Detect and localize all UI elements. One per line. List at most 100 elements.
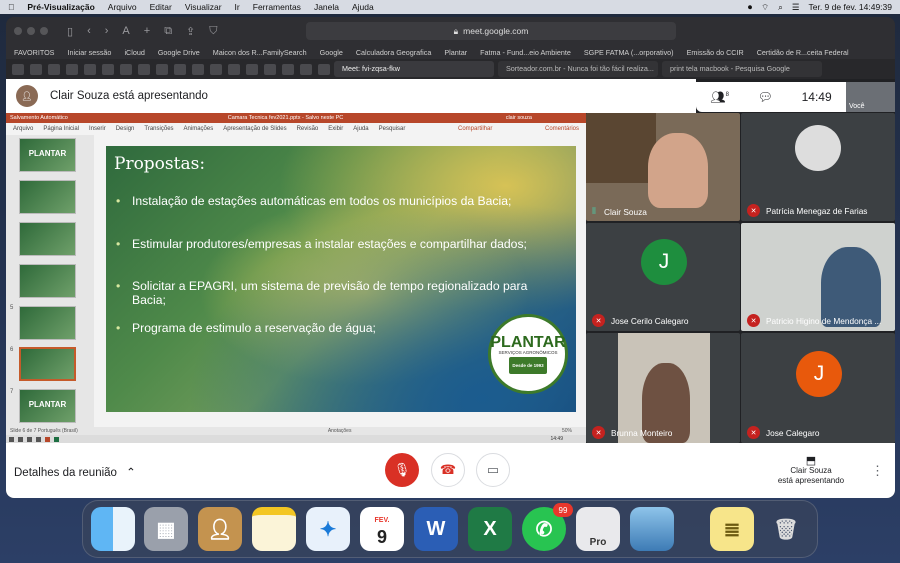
- camera-toggle-button[interactable]: ▭: [476, 453, 510, 487]
- ppt-tab-ajuda[interactable]: Ajuda: [353, 126, 368, 132]
- back-icon[interactable]: ‹: [87, 25, 91, 37]
- extension-icon[interactable]: [48, 63, 60, 75]
- record-icon[interactable]: ⏺: [748, 2, 752, 13]
- safari-icon[interactable]: ✦: [306, 507, 350, 551]
- launchpad-icon[interactable]: ▦: [144, 507, 188, 551]
- extension-icon[interactable]: [84, 63, 96, 75]
- participant-tile[interactable]: J ✕ Jose Cerilo Calegaro: [586, 223, 740, 331]
- powerpoint-taskbar-icon[interactable]: [45, 436, 50, 442]
- tab-google-search[interactable]: print tela macbook - Pesquisa Google: [662, 61, 822, 77]
- menu-item-ferramentas[interactable]: Ferramentas: [253, 2, 301, 12]
- word-icon[interactable]: W: [414, 507, 458, 551]
- finder-icon[interactable]: [91, 507, 135, 551]
- search-icon[interactable]: ⌕: [778, 2, 783, 13]
- slide-thumbnail-selected[interactable]: [19, 347, 76, 381]
- menu-item-arquivo[interactable]: Arquivo: [108, 2, 137, 12]
- menu-clock[interactable]: Ter. 9 de fev. 14:49:39: [809, 2, 893, 12]
- favorite-link[interactable]: Maicon dos R...FamilySearch: [213, 48, 307, 57]
- ppt-tab-transicoes[interactable]: Transições: [144, 126, 173, 132]
- slide-thumbnail[interactable]: [19, 222, 76, 256]
- participant-tile[interactable]: ✕ Patrícia Menegaz de Farias: [741, 113, 895, 221]
- extension-icon[interactable]: [120, 63, 132, 75]
- text-size-icon[interactable]: A: [122, 25, 129, 37]
- trash-icon[interactable]: 🗑︎: [764, 507, 808, 551]
- sidebar-icon[interactable]: ▯: [67, 25, 73, 38]
- extension-icon[interactable]: [156, 63, 168, 75]
- ppt-tab-revisao[interactable]: Revisão: [297, 126, 319, 132]
- ppt-tab-exibir[interactable]: Exibir: [328, 126, 343, 132]
- window-close-button[interactable]: [14, 27, 22, 35]
- slide-thumbnail[interactable]: PLANTAR: [19, 138, 76, 172]
- extension-icon[interactable]: [300, 63, 312, 75]
- forward-icon[interactable]: ›: [105, 25, 109, 37]
- preview-icon[interactable]: [630, 507, 674, 551]
- menu-app-name[interactable]: Pré-Visualização: [27, 2, 94, 12]
- plus-icon[interactable]: +: [144, 25, 150, 37]
- favorite-link[interactable]: Iniciar sessão: [67, 48, 111, 57]
- control-center-icon[interactable]: ☰: [792, 2, 800, 13]
- menu-item-visualizar[interactable]: Visualizar: [185, 2, 222, 12]
- participants-button[interactable]: 👥︎8: [710, 90, 729, 104]
- slide-thumbnail[interactable]: [19, 264, 76, 298]
- tab-sorteador[interactable]: Sorteador.com.br - Nunca foi tão fácil r…: [498, 61, 658, 77]
- slide-thumbnail[interactable]: PLANTAR: [19, 389, 76, 423]
- wifi-icon[interactable]: ⌔: [761, 2, 769, 13]
- participant-tile[interactable]: J ✕ Jose Calegaro: [741, 333, 895, 443]
- favorite-link[interactable]: Certidão de R...ceita Federal: [757, 48, 849, 57]
- tab-meet[interactable]: Meet: fvi-zqsa-fkw: [334, 61, 494, 77]
- favorite-link[interactable]: Google: [320, 48, 343, 57]
- taskbar-app-icon[interactable]: [18, 436, 23, 442]
- ppt-share-button[interactable]: Compartilhar: [458, 126, 492, 132]
- notes-icon[interactable]: [252, 507, 296, 551]
- favorites-menu[interactable]: FAVORITOS: [14, 48, 54, 57]
- calendar-icon[interactable]: FEV. 9: [360, 507, 404, 551]
- excel-taskbar-icon[interactable]: [54, 436, 59, 442]
- ppt-autosave-label[interactable]: Salvamento Automático: [10, 115, 68, 121]
- menu-item-ir[interactable]: Ir: [235, 2, 240, 12]
- ppt-tab-inserir[interactable]: Inserir: [89, 126, 106, 132]
- extension-icon[interactable]: [174, 63, 186, 75]
- mic-toggle-button[interactable]: 🎙︎: [385, 453, 419, 487]
- apple-icon[interactable]: : [8, 2, 14, 12]
- window-zoom-button[interactable]: [40, 27, 48, 35]
- google-earth-pro-icon[interactable]: Pro: [576, 507, 620, 551]
- share-icon[interactable]: ⇪: [186, 25, 195, 38]
- participant-tile[interactable]: ⦀ Clair Souza: [586, 113, 740, 221]
- extension-icon[interactable]: [264, 63, 276, 75]
- shield-icon[interactable]: ⛉: [209, 25, 217, 38]
- favorite-link[interactable]: Google Drive: [158, 48, 200, 57]
- favorite-link[interactable]: Emissão do CCIR: [687, 48, 744, 57]
- extension-icon[interactable]: [30, 63, 42, 75]
- participant-tile[interactable]: ✕ Brunna Monteiro: [586, 333, 740, 443]
- presenting-status-button[interactable]: ⬒ Clair Souza está apresentando: [761, 456, 861, 486]
- ppt-search[interactable]: Pesquisar: [379, 126, 406, 132]
- favorite-link[interactable]: iCloud: [124, 48, 144, 57]
- contacts-icon[interactable]: 👤︎: [198, 507, 242, 551]
- extension-icon[interactable]: [138, 63, 150, 75]
- more-options-icon[interactable]: ⋮: [871, 463, 884, 479]
- menu-item-janela[interactable]: Janela: [314, 2, 339, 12]
- favorite-link[interactable]: Fatma - Fund...eio Ambiente: [480, 48, 571, 57]
- window-minimize-button[interactable]: [27, 27, 35, 35]
- participant-tile[interactable]: ✕ Patricio Higino de Mendonça ...: [741, 223, 895, 331]
- extension-icon[interactable]: [318, 63, 330, 75]
- ppt-tab-design[interactable]: Design: [116, 126, 135, 132]
- taskbar-app-icon[interactable]: [36, 436, 41, 442]
- taskbar-app-icon[interactable]: [27, 436, 32, 442]
- extension-icon[interactable]: [246, 63, 258, 75]
- extension-icon[interactable]: [12, 63, 24, 75]
- stickies-icon[interactable]: ≣: [710, 507, 754, 551]
- extension-icon[interactable]: [282, 63, 294, 75]
- favorite-link[interactable]: SGPE FATMA (...orporativo): [584, 48, 674, 57]
- self-view-tile[interactable]: Você: [846, 82, 895, 112]
- favorite-link[interactable]: Plantar: [444, 48, 467, 57]
- slide-thumbnail[interactable]: [19, 180, 76, 214]
- extension-icon[interactable]: [192, 63, 204, 75]
- slide-thumbnail[interactable]: [19, 306, 76, 340]
- ppt-tab-apresentacao[interactable]: Apresentação de Slides: [223, 126, 286, 132]
- excel-icon[interactable]: X: [468, 507, 512, 551]
- menu-item-editar[interactable]: Editar: [150, 2, 172, 12]
- address-bar[interactable]: 🔒︎ meet.google.com: [306, 22, 676, 40]
- meeting-details-button[interactable]: Detalhes da reunião ⌃: [14, 465, 136, 479]
- ppt-notes-button[interactable]: Anotações: [328, 428, 352, 434]
